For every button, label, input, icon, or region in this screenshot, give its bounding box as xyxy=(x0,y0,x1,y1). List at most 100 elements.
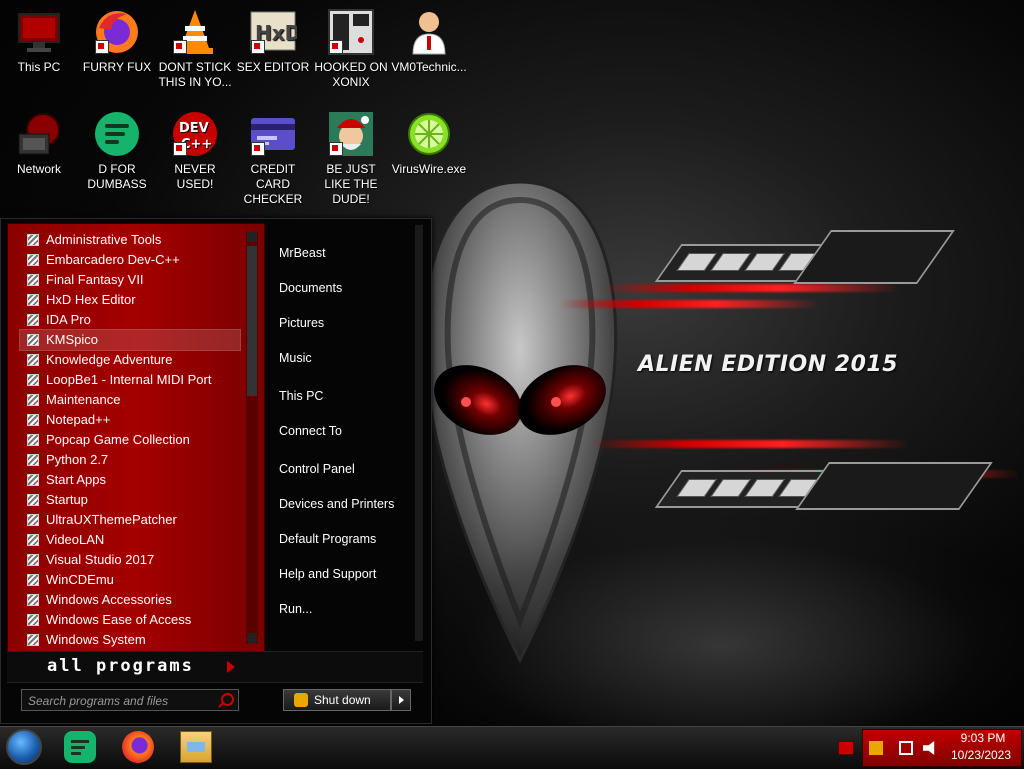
red-streak xyxy=(600,284,900,292)
wallpaper-brand-text: ALIEN EDITION 2015 xyxy=(638,352,899,377)
desktop-icon-furry-fux[interactable]: FURRY FUX xyxy=(79,8,155,75)
svg-text:DEV: DEV xyxy=(179,121,209,136)
right-panel-scrollbar[interactable] xyxy=(415,225,423,641)
program-folder-item[interactable]: KMSpico xyxy=(19,329,241,351)
taskbar-firefox-icon[interactable] xyxy=(122,731,154,763)
lime-wire-icon xyxy=(405,110,453,158)
start-menu-link[interactable]: Connect To xyxy=(279,421,342,441)
program-folder-label: WinCDEmu xyxy=(46,572,114,587)
program-folder-label: LoopBe1 - Internal MIDI Port xyxy=(46,372,212,387)
desktop-icon-vm0technic[interactable]: VM0Technic... xyxy=(391,8,467,75)
all-programs-button[interactable]: all programs xyxy=(7,651,423,683)
program-folder-item[interactable]: Python 2.7 xyxy=(20,450,240,470)
program-folder-label: Windows System xyxy=(46,632,146,647)
program-folder-item[interactable]: Notepad++ xyxy=(20,410,240,430)
desktop-icon-viruswire[interactable]: VirusWire.exe xyxy=(391,110,467,177)
volume-icon[interactable] xyxy=(923,741,935,755)
program-folder-item[interactable]: Windows Ease of Access xyxy=(20,610,240,630)
start-menu-link[interactable]: Help and Support xyxy=(279,564,376,584)
start-menu-link[interactable]: Pictures xyxy=(279,313,324,333)
desktop-icon-vlc[interactable]: DONT STICK THIS IN YO... xyxy=(157,8,233,90)
scrollbar-thumb[interactable] xyxy=(247,246,257,396)
program-folder-label: Notepad++ xyxy=(46,412,111,427)
program-folder-item[interactable]: Knowledge Adventure xyxy=(20,350,240,370)
desktop-icon-label: This PC xyxy=(17,60,61,74)
start-menu-link[interactable]: Run... xyxy=(279,599,312,619)
program-folder-icon xyxy=(27,594,39,606)
program-folder-icon xyxy=(27,614,39,626)
start-menu-link[interactable]: MrBeast xyxy=(279,243,326,263)
start-menu-link[interactable]: Default Programs xyxy=(279,529,376,549)
program-folder-item[interactable]: Final Fantasy VII xyxy=(20,270,240,290)
desktop-icon-hooked-on-xonix[interactable]: HOOKED ON XONIX xyxy=(313,8,389,90)
desktop-icon-label: VM0Technic... xyxy=(391,60,467,74)
start-menu-link[interactable]: Devices and Printers xyxy=(279,494,394,514)
program-folder-item[interactable]: Start Apps xyxy=(20,470,240,490)
program-folder-item[interactable]: Popcap Game Collection xyxy=(20,430,240,450)
program-folder-item[interactable]: Windows Accessories xyxy=(20,590,240,610)
program-folder-icon xyxy=(27,274,39,286)
program-folder-item[interactable]: HxD Hex Editor xyxy=(20,290,240,310)
desktop-icon-never-used[interactable]: DEV C++ NEVER USED! xyxy=(157,110,233,192)
action-center-flag-icon[interactable] xyxy=(838,741,854,755)
start-menu-link[interactable]: This PC xyxy=(279,386,323,406)
network-tray-icon[interactable] xyxy=(899,741,913,755)
desktop-icon-d-for-dumbass[interactable]: D FOR DUMBASS xyxy=(79,110,155,192)
program-folder-item[interactable]: Startup xyxy=(20,490,240,510)
taskbar-green-chat-icon[interactable] xyxy=(64,731,96,763)
program-folder-item[interactable]: Administrative Tools xyxy=(20,230,240,250)
program-folder-icon xyxy=(27,434,39,446)
scroll-up-arrow-icon[interactable] xyxy=(247,232,257,242)
program-folder-label: Knowledge Adventure xyxy=(46,352,173,367)
start-search-box[interactable] xyxy=(21,689,239,711)
clock-date[interactable]: 10/23/2023 xyxy=(945,748,1017,762)
program-folder-icon xyxy=(27,494,39,506)
clock-time[interactable]: 9:03 PM xyxy=(951,731,1015,745)
start-orb-button[interactable] xyxy=(6,729,42,765)
taskbar-file-explorer-icon[interactable] xyxy=(180,731,212,763)
program-folder-icon xyxy=(27,294,39,306)
desktop-icon-label: Network xyxy=(16,162,61,176)
smoke-effect xyxy=(420,520,1024,726)
system-tray: 9:03 PM 10/23/2023 xyxy=(862,729,1022,767)
scroll-down-arrow-icon[interactable] xyxy=(247,634,257,644)
program-folder-label: VideoLAN xyxy=(46,532,105,547)
program-folder-label: Administrative Tools xyxy=(46,232,162,247)
start-menu-link[interactable]: Documents xyxy=(279,278,342,298)
vlc-cone-icon xyxy=(171,8,219,56)
program-folder-icon xyxy=(27,354,39,366)
desktop-icon-label: NEVER USED! xyxy=(174,162,216,191)
shutdown-options-arrow-button[interactable] xyxy=(391,689,411,711)
program-folder-item[interactable]: LoopBe1 - Internal MIDI Port xyxy=(20,370,240,390)
program-list-scrollbar[interactable] xyxy=(246,232,258,644)
shutdown-icon xyxy=(294,693,308,707)
start-menu-link[interactable]: Control Panel xyxy=(279,459,355,479)
desktop-icon-this-pc[interactable]: This PC xyxy=(1,8,77,75)
desktop-icon-credit-card-checker[interactable]: CREDIT CARD CHECKER xyxy=(235,110,311,207)
program-folder-item[interactable]: Embarcadero Dev-C++ xyxy=(20,250,240,270)
program-folder-label: Windows Ease of Access xyxy=(46,612,192,627)
desktop-icon-sex-editor[interactable]: HxD SEX EDITOR xyxy=(235,8,311,75)
program-folder-item[interactable]: Windows System xyxy=(20,630,240,650)
start-search-input[interactable] xyxy=(26,691,210,711)
search-icon[interactable] xyxy=(221,693,234,706)
program-folder-item[interactable]: Maintenance xyxy=(20,390,240,410)
program-folder-icon xyxy=(27,574,39,586)
program-folder-item[interactable]: UltraUXThemePatcher xyxy=(20,510,240,530)
program-folder-item[interactable]: Visual Studio 2017 xyxy=(20,550,240,570)
hxd-editor-icon: HxD xyxy=(249,8,301,56)
program-folder-item[interactable]: VideoLAN xyxy=(20,530,240,550)
program-folder-item[interactable]: WinCDEmu xyxy=(20,570,240,590)
all-programs-list: Administrative Tools Embarcadero Dev-C++ F… xyxy=(7,223,265,653)
program-folder-icon xyxy=(27,234,39,246)
desktop-icon-label: FURRY FUX xyxy=(82,60,152,74)
program-folder-item[interactable]: IDA Pro xyxy=(20,310,240,330)
start-menu-link[interactable]: Music xyxy=(279,348,312,368)
shutdown-button[interactable]: Shut down xyxy=(283,689,391,711)
desktop-icon-be-just-like-the-dude[interactable]: BE JUST LIKE THE DUDE! xyxy=(313,110,389,207)
program-folder-icon xyxy=(27,414,39,426)
tray-app-icon[interactable] xyxy=(869,741,883,755)
desktop-icon-network[interactable]: Network xyxy=(1,110,77,177)
desktop-icon-label: CREDIT CARD CHECKER xyxy=(243,162,303,206)
green-chat-icon xyxy=(93,110,141,158)
